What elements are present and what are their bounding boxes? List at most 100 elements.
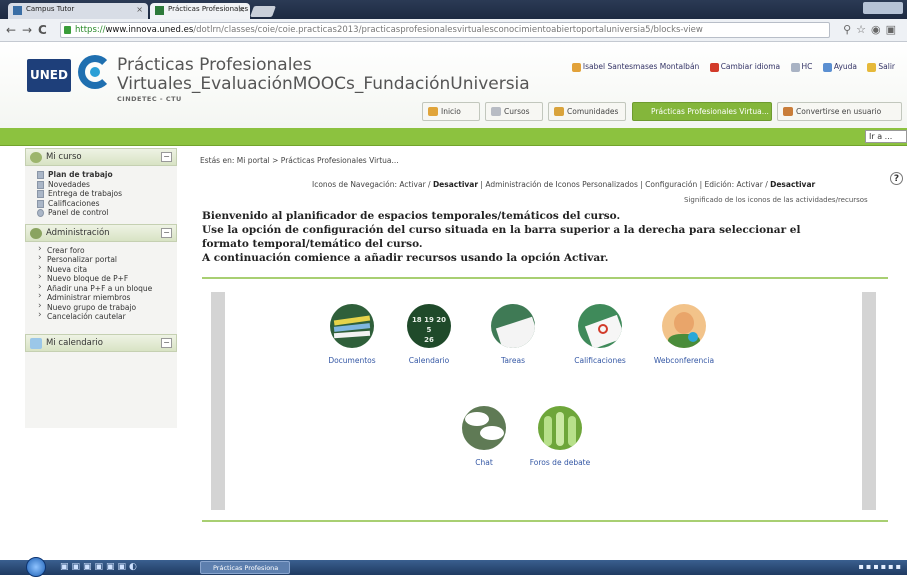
admin-item[interactable]: Crear foro: [37, 245, 177, 256]
resource-chat[interactable]: Chat: [444, 406, 524, 467]
block-calendario-header: Mi calendario −: [25, 333, 177, 352]
resource-label: Foros de debate: [529, 458, 591, 467]
webconference-icon: [662, 304, 706, 348]
course-icon: [30, 152, 42, 163]
document-icon: [37, 171, 44, 179]
logout-icon: [867, 62, 877, 72]
admin-item[interactable]: Cancelación cautelar: [37, 311, 177, 322]
sidebar-item-plan[interactable]: Plan de trabajo: [37, 170, 177, 180]
uned-favicon-icon: [155, 6, 164, 15]
close-icon[interactable]: ×: [238, 5, 245, 14]
sidebar-item-panel[interactable]: Panel de control: [37, 208, 177, 218]
site-header: UNED Prácticas Profesionales Virtuales_E…: [0, 42, 907, 128]
reload-icon[interactable]: C: [38, 23, 47, 37]
back-arrow-icon[interactable]: ←: [6, 23, 16, 37]
hc-link[interactable]: HC: [790, 62, 812, 72]
admin-menu: Crear foro Personalizar portal Nueva cit…: [25, 242, 177, 328]
resource-label: Documentos: [328, 356, 376, 365]
course-menu: Plan de trabajo Novedades Entrega de tra…: [25, 166, 177, 224]
sidebar-item-entrega[interactable]: Entrega de trabajos: [37, 189, 177, 199]
admin-item[interactable]: Administrar miembros: [37, 292, 177, 303]
admin-item[interactable]: Nuevo bloque de P+F: [37, 273, 177, 284]
grades-icon: [578, 304, 622, 348]
url-field[interactable]: https://www.innova.uned.es/dotlrn/classe…: [60, 22, 830, 38]
help-link[interactable]: Ayuda: [822, 62, 857, 72]
forward-arrow-icon[interactable]: →: [22, 23, 32, 37]
url-scheme: https://: [75, 25, 106, 35]
window-controls[interactable]: [863, 2, 903, 14]
new-tab-button[interactable]: [249, 6, 277, 17]
goto-select[interactable]: Ir a ...: [865, 130, 907, 143]
uned-logo[interactable]: UNED: [27, 59, 71, 92]
calendar-icon: [30, 337, 42, 349]
divider: [202, 277, 888, 279]
resource-label: Calificaciones: [574, 356, 626, 365]
admin-item[interactable]: Nuevo grupo de trabajo: [37, 302, 177, 313]
tab-practicas[interactable]: Prácticas Profesionales Virtua...: [632, 102, 772, 121]
admin-item[interactable]: Nueva cita: [37, 264, 177, 275]
chat-icon: [462, 406, 506, 450]
courses-icon: [491, 107, 501, 116]
title-line-1: Prácticas Profesionales: [117, 55, 312, 75]
subtitle: CINDETEC - CTU: [117, 95, 182, 103]
hc-icon: [790, 62, 800, 72]
resource-webconferencia[interactable]: Webconferencia: [644, 304, 724, 365]
resources-panel: Documentos 18 19 20 5 26 Calendario Tare…: [211, 292, 876, 510]
user-icon: [571, 62, 581, 72]
portal-logo-icon: [78, 55, 112, 89]
resource-label: Chat: [475, 458, 493, 467]
panel-right-border: [862, 292, 876, 510]
collapse-button[interactable]: −: [161, 337, 172, 348]
resource-label: Tareas: [501, 356, 525, 365]
lock-icon: [64, 26, 71, 34]
help-icon: [822, 62, 832, 72]
url-path: /dotlrn/classes/coie/coie.practicas2013/…: [193, 25, 703, 35]
icons-navigation-bar[interactable]: Iconos de Navegación: Activar / Desactiv…: [312, 180, 815, 189]
admin-item[interactable]: Personalizar portal: [37, 254, 177, 265]
resource-tareas[interactable]: Tareas: [473, 304, 553, 365]
resource-calificaciones[interactable]: Calificaciones: [560, 304, 640, 365]
document-icon: [37, 180, 44, 189]
sidebar-item-novedades[interactable]: Novedades: [37, 180, 177, 190]
tab-convertirse[interactable]: Convertirse en usuario: [777, 102, 902, 121]
quicklaunch-icons[interactable]: ▣▣▣▣▣▣◐: [60, 562, 140, 572]
collapse-button[interactable]: −: [161, 227, 172, 238]
toolbar-icons[interactable]: ⚲☆◉▣: [843, 23, 901, 36]
tab-comunidades[interactable]: Comunidades: [548, 102, 626, 121]
block-mi-curso-header: Mi curso −: [25, 148, 177, 166]
admin-item[interactable]: Añadir una P+F a un bloque: [37, 283, 177, 294]
logout-link[interactable]: Salir: [867, 62, 895, 72]
system-tray[interactable]: ▪▪▪▪▪▪: [858, 562, 903, 571]
divider: [202, 520, 888, 522]
resource-foros[interactable]: Foros de debate: [520, 406, 600, 467]
browser-tab-active[interactable]: Prácticas Profesionales Vi ×: [150, 3, 250, 19]
block-title: Mi calendario: [46, 337, 103, 348]
resource-label: Calendario: [408, 356, 450, 365]
calendar-icon: 18 19 20 5 26: [407, 304, 451, 348]
browser-tab-bar: Campus Tutor × Prácticas Profesionales V…: [0, 0, 907, 19]
browser-tab-label: Campus Tutor: [26, 5, 75, 13]
taskbar-item[interactable]: Prácticas Profesiona: [200, 561, 290, 574]
help-icon[interactable]: ?: [890, 172, 903, 185]
tab-cursos[interactable]: Cursos: [485, 102, 543, 121]
resource-calendario[interactable]: 18 19 20 5 26 Calendario: [389, 304, 469, 365]
user-link[interactable]: Isabel Santesmases Montalbán: [571, 62, 699, 72]
document-icon: [37, 199, 44, 208]
change-language-link[interactable]: Cambiar idioma: [709, 62, 780, 72]
home-icon: [428, 107, 438, 116]
start-button[interactable]: [26, 557, 46, 577]
document-icon: [37, 190, 44, 198]
resource-documentos[interactable]: Documentos: [312, 304, 392, 365]
sidebar-item-calificaciones[interactable]: Calificaciones: [37, 199, 177, 209]
block-title: Mi curso: [46, 152, 82, 162]
documents-icon: [330, 304, 374, 348]
welcome-message: Bienvenido al planificador de espacios t…: [202, 210, 801, 264]
admin-icon: [30, 227, 42, 239]
collapse-button[interactable]: −: [161, 152, 172, 162]
browser-tab[interactable]: Campus Tutor ×: [8, 3, 148, 19]
tab-inicio[interactable]: Inicio: [422, 102, 480, 121]
icons-meaning-link[interactable]: Significado de los iconos de las activid…: [684, 196, 868, 204]
breadcrumb[interactable]: Estás en: Mi portal > Prácticas Profesio…: [200, 156, 399, 165]
resource-label: Webconferencia: [653, 356, 715, 365]
close-icon[interactable]: ×: [136, 5, 143, 14]
